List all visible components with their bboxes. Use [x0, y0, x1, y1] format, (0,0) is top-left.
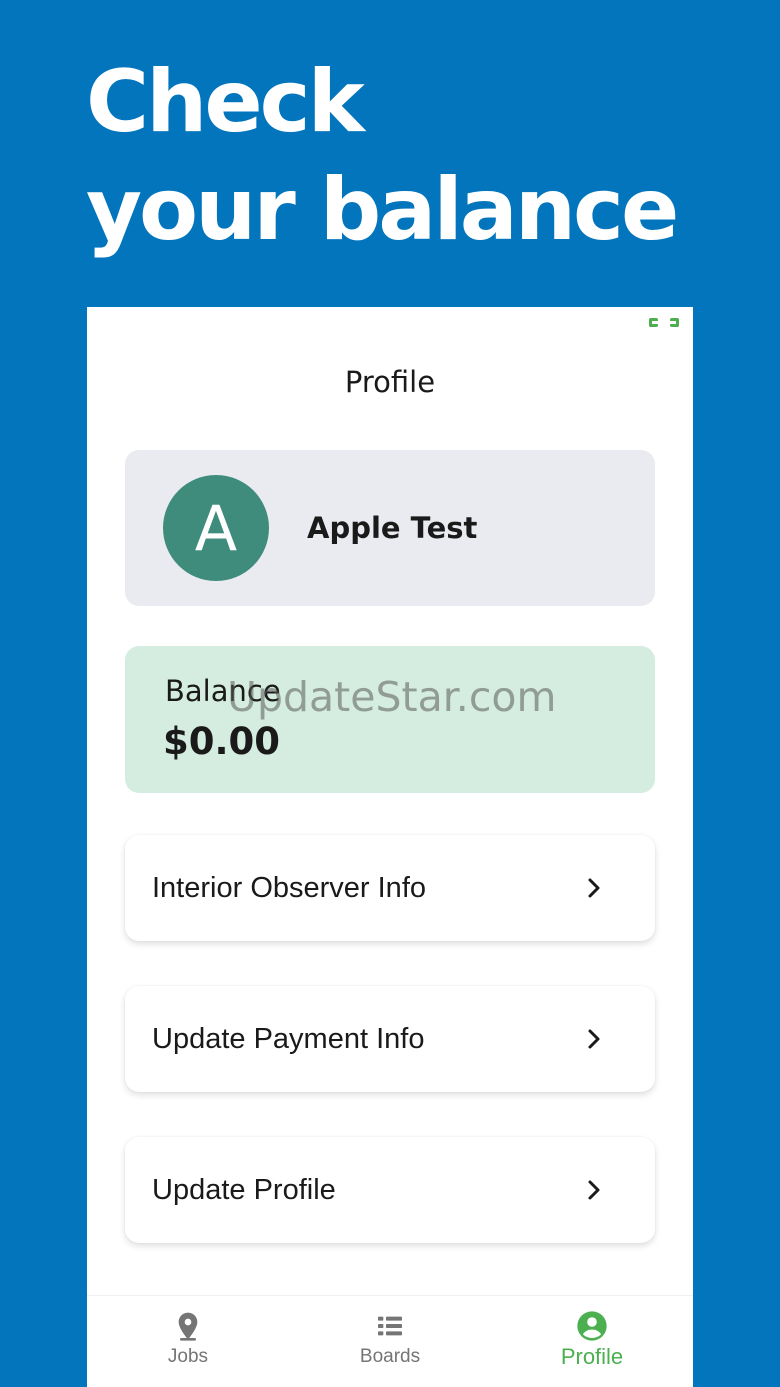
account-circle-icon: [577, 1311, 607, 1341]
promo-line-2: your balance: [86, 160, 679, 260]
tab-jobs[interactable]: Jobs: [87, 1296, 289, 1387]
tab-label: Profile: [560, 1344, 624, 1369]
phone-screen: Profile A Apple Test Balance $0.00 Updat…: [87, 307, 693, 1387]
tab-label: Boards: [359, 1346, 421, 1367]
user-name: Apple Test: [307, 511, 478, 545]
menu-item-label: Interior Observer Info: [152, 871, 426, 904]
tab-label: Jobs: [167, 1346, 209, 1367]
chevron-right-icon: [588, 1029, 600, 1049]
location-pin-icon: [178, 1312, 198, 1341]
promo-line-1: Check: [86, 52, 365, 152]
menu-item-update-payment-info[interactable]: Update Payment Info: [125, 986, 655, 1092]
battery-icon: [649, 317, 679, 328]
user-card: A Apple Test: [125, 450, 655, 606]
tab-boards[interactable]: Boards: [289, 1296, 491, 1387]
chevron-right-icon: [588, 1180, 600, 1200]
watermark: UpdateStar.com: [227, 673, 557, 721]
page-title: Profile: [344, 365, 436, 399]
chevron-right-icon: [588, 878, 600, 898]
balance-value: $0.00: [163, 720, 281, 763]
list-icon: [378, 1316, 402, 1336]
tab-profile[interactable]: Profile: [491, 1296, 693, 1387]
menu-item-interior-observer-info[interactable]: Interior Observer Info: [125, 835, 655, 941]
menu-item-label: Update Profile: [152, 1173, 336, 1206]
menu-item-label: Update Payment Info: [152, 1022, 425, 1055]
menu-item-update-profile[interactable]: Update Profile: [125, 1137, 655, 1243]
avatar: A: [163, 475, 269, 581]
bottom-tab-bar: Jobs Boards Profile: [87, 1295, 693, 1387]
promo-headline: Check your balance: [86, 48, 679, 264]
